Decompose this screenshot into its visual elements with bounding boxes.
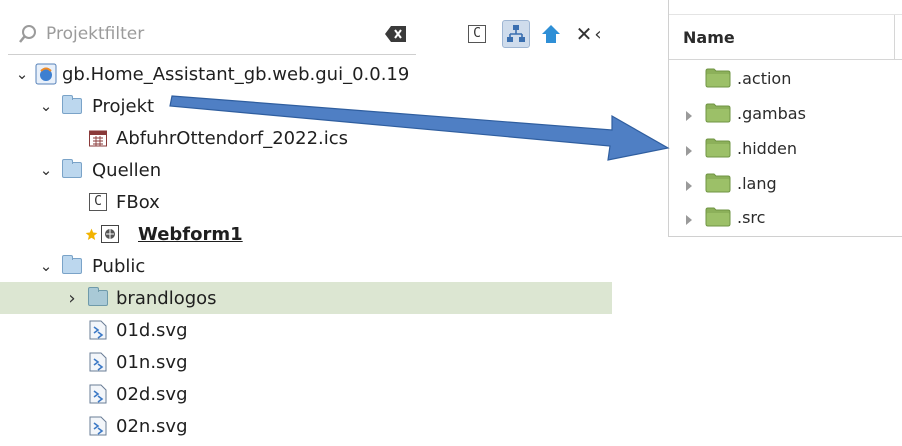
file-item-action[interactable]: .action xyxy=(669,61,902,95)
folder-icon xyxy=(705,103,731,123)
file-item-label: .hidden xyxy=(737,138,797,158)
class-icon: C xyxy=(468,25,486,43)
tree-row-label: gb.Home_Assistant_gb.web.gui_0.0.19 xyxy=(62,63,410,85)
svg-file-icon xyxy=(86,382,110,406)
chevron-down-icon[interactable]: ⌄ xyxy=(38,161,54,179)
folder-icon xyxy=(705,173,731,193)
chevron-down-icon[interactable]: ⌄ xyxy=(14,65,30,83)
file-item-label: .action xyxy=(737,68,792,88)
search-icon xyxy=(18,23,40,45)
tree-row-label: AbfuhrOttendorf_2022.ics xyxy=(116,127,349,149)
show-classes-button[interactable]: C xyxy=(463,21,491,47)
tree-view-button[interactable] xyxy=(502,20,530,48)
project-icon xyxy=(34,62,58,86)
folder-icon xyxy=(705,68,731,88)
column-header-label: Name xyxy=(683,27,735,47)
tree-row-quellen[interactable]: ⌄ Quellen xyxy=(0,154,612,186)
tree-row-label: 02d.svg xyxy=(116,383,188,405)
tree-row-svg-file[interactable]: 01d.svg xyxy=(0,314,612,346)
file-item-label: .gambas xyxy=(737,103,806,123)
file-item-gambas[interactable]: .gambas xyxy=(669,96,902,130)
tree-row-label: Public xyxy=(92,255,146,277)
project-panel: Projektfilter C ✕ ‹ ⌄ gb.Home_Assistant_… xyxy=(0,0,612,446)
svg-file-icon xyxy=(86,350,110,374)
tree-row-label: Quellen xyxy=(92,159,162,181)
tree-row-label: 02n.svg xyxy=(116,415,188,437)
tree-row-label: FBox xyxy=(116,191,160,213)
tree-row-svg-file[interactable]: 02d.svg xyxy=(0,378,612,410)
tree-row-label: Projekt xyxy=(92,95,155,117)
tree-row-brandlogos[interactable]: › brandlogos xyxy=(0,282,612,314)
folder-icon xyxy=(705,138,731,158)
expand-triangle-icon[interactable] xyxy=(685,142,695,156)
file-item-lang[interactable]: .lang xyxy=(669,166,902,200)
file-manager-panel: Name .action .gambas .hidden .lang .src xyxy=(668,0,902,237)
file-item-label: .lang xyxy=(737,173,777,193)
home-button[interactable] xyxy=(537,21,565,47)
tree-row-label: Webform1 xyxy=(138,223,243,245)
project-toolbar: Projektfilter C ✕ ‹ xyxy=(0,14,612,55)
expand-triangle-icon[interactable] xyxy=(685,211,695,225)
backspace-icon xyxy=(385,26,406,42)
calendar-icon xyxy=(86,126,110,150)
folder-icon xyxy=(705,207,731,227)
expand-triangle-icon[interactable] xyxy=(685,107,695,121)
file-item-hidden[interactable]: .hidden xyxy=(669,131,902,165)
svg-file-icon xyxy=(86,318,110,342)
class-letter: C xyxy=(89,193,107,211)
class-icon: C xyxy=(86,190,110,214)
tree-row-label: 01d.svg xyxy=(116,319,188,341)
tree-row-svg-file[interactable]: 02n.svg xyxy=(0,410,612,442)
hierarchy-icon xyxy=(507,25,525,42)
home-icon xyxy=(542,25,560,43)
tree-row-fbox[interactable]: C FBox xyxy=(0,186,612,218)
tree-row-project-root[interactable]: ⌄ gb.Home_Assistant_gb.web.gui_0.0.19 xyxy=(0,58,612,90)
expand-triangle-icon[interactable] xyxy=(685,177,695,191)
clear-filter-button[interactable] xyxy=(382,22,410,46)
name-column-header[interactable]: Name xyxy=(669,14,902,60)
tree-row-label: 01n.svg xyxy=(116,351,188,373)
tree-row-label: brandlogos xyxy=(116,287,217,309)
webform-icon xyxy=(98,222,122,246)
chevron-down-icon[interactable]: ⌄ xyxy=(38,257,54,275)
tree-row-ics-file[interactable]: AbfuhrOttendorf_2022.ics xyxy=(0,122,612,154)
folder-icon xyxy=(60,94,84,118)
star-icon xyxy=(84,222,98,246)
folder-icon xyxy=(60,254,84,278)
chevron-right-icon[interactable]: › xyxy=(64,288,80,309)
svg-file-icon xyxy=(86,414,110,438)
folder-icon xyxy=(60,158,84,182)
folder-icon xyxy=(86,286,110,310)
tree-row-webform1[interactable]: Webform1 xyxy=(0,218,612,250)
filter-placeholder: Projektfilter xyxy=(46,24,145,44)
file-item-src[interactable]: .src xyxy=(669,200,902,234)
chevron-down-icon[interactable]: ⌄ xyxy=(38,97,54,115)
tree-row-svg-file[interactable]: 01n.svg xyxy=(0,346,612,378)
more-arrow-icon[interactable]: ‹ xyxy=(590,21,606,47)
tree-row-projekt[interactable]: ⌄ Projekt xyxy=(0,90,612,122)
column-divider xyxy=(894,15,895,59)
tree-row-public[interactable]: ⌄ Public xyxy=(0,250,612,282)
project-filter-input[interactable]: Projektfilter xyxy=(8,14,416,55)
file-item-label: .src xyxy=(737,207,766,227)
